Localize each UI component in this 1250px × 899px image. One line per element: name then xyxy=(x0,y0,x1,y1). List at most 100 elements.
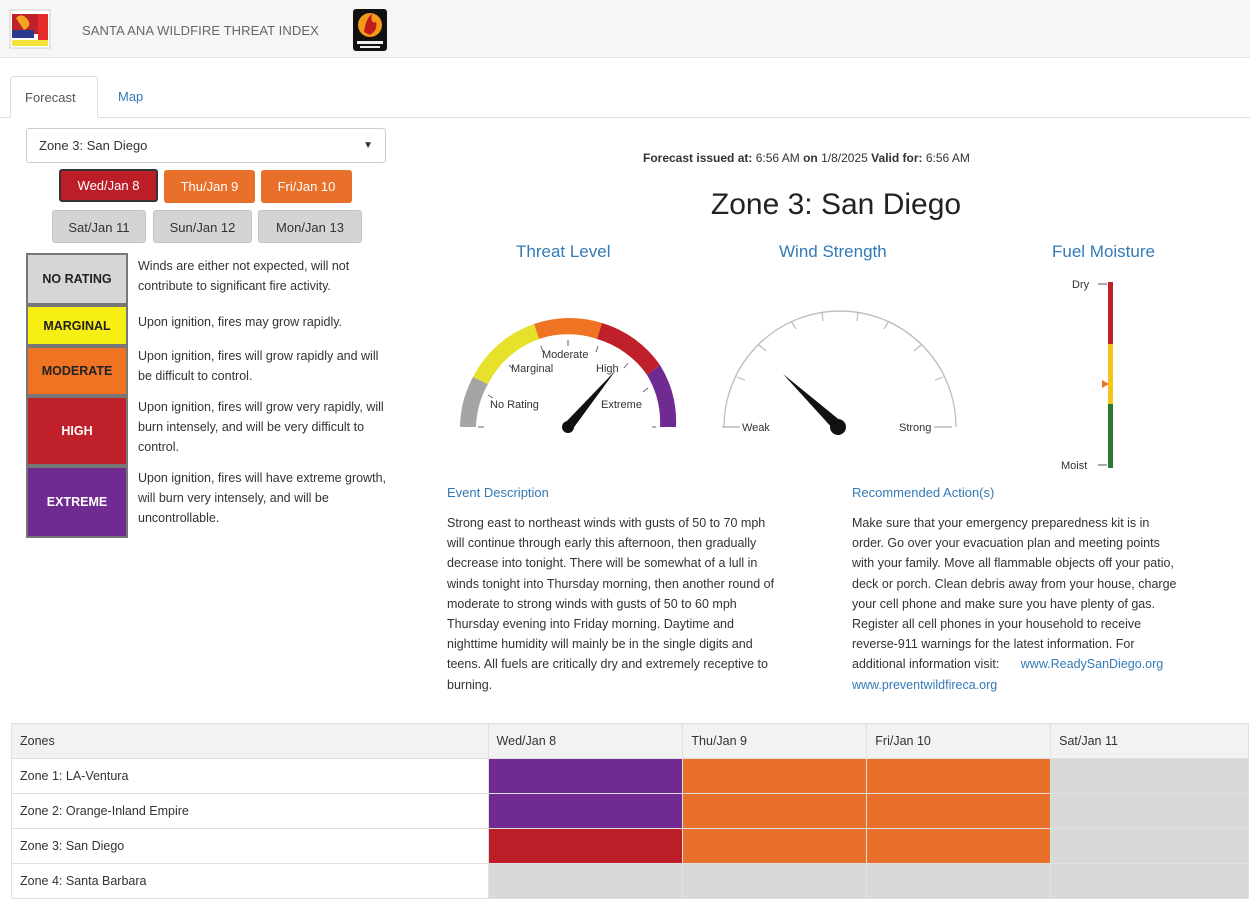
fuel-bar-green xyxy=(1108,404,1113,468)
day-button-mon-jan-13[interactable]: Mon/Jan 13 xyxy=(258,210,362,243)
day-button-sat-jan-11[interactable]: Sat/Jan 11 xyxy=(52,210,146,243)
threat-cell-no-rating xyxy=(1050,793,1249,829)
action-line: Register all cell phones in your househo… xyxy=(852,617,1142,632)
threat-cell-no-rating xyxy=(866,863,1052,899)
zone-name: Zone 4: Santa Barbara xyxy=(11,863,489,899)
issued-label: Forecast issued at: xyxy=(643,151,753,165)
recommended-actions-title: Recommended Action(s) xyxy=(852,485,995,500)
zone-name: Zone 3: San Diego xyxy=(11,828,489,864)
threat-label-extreme: Extreme xyxy=(601,399,642,411)
legend-high: HIGH xyxy=(26,396,128,466)
event-line: teens. All fuels are critically dry and … xyxy=(447,657,768,672)
tab-forecast[interactable]: Forecast xyxy=(10,76,98,118)
threat-gauge: No Rating Marginal Moderate High Extreme xyxy=(460,317,677,433)
action-line: deck or porch. Clean debris away from yo… xyxy=(852,576,1177,591)
issued-time: 6:56 AM xyxy=(755,151,800,165)
event-line: Thursday evening into Friday morning. Da… xyxy=(447,617,734,632)
day-button-wed-jan-8[interactable]: Wed/Jan 8 xyxy=(59,169,158,202)
wind-gauge: Weak Strong xyxy=(722,310,957,435)
threat-arc-extreme xyxy=(647,365,677,427)
on-label: on xyxy=(803,151,818,165)
fuel-label-moist: Moist xyxy=(1061,460,1087,472)
col-zones: Zones xyxy=(11,723,489,759)
threat-cell-high xyxy=(487,828,684,864)
action-line: additional information visit: xyxy=(852,657,1000,672)
threat-cell-moderate xyxy=(682,758,868,794)
col-fri-jan-10: Fri/Jan 10 xyxy=(866,723,1052,759)
col-thu-jan-9: Thu/Jan 9 xyxy=(682,723,868,759)
col-wed-jan-8: Wed/Jan 8 xyxy=(487,723,684,759)
valid-time: 6:56 AM xyxy=(925,151,970,165)
legend-marginal-desc: Upon ignition, fires may grow rapidly. xyxy=(138,315,343,329)
zone-select-value: Zone 3: San Diego xyxy=(39,138,148,153)
forecast-meta: Forecast issued at: 6:56 AM on 1/8/2025 … xyxy=(643,151,970,165)
threat-cell-moderate xyxy=(866,758,1052,794)
action-line: Make sure that your emergency preparedne… xyxy=(852,516,1150,530)
threat-cell-no-rating xyxy=(487,863,684,899)
flag-logo-icon xyxy=(9,9,51,49)
action-line: reverse-911 warnings for the latest info… xyxy=(852,637,1135,652)
fuel-bar-yellow xyxy=(1108,344,1113,404)
threat-cell-no-rating xyxy=(1050,863,1249,899)
event-line: will continue through early this afterno… xyxy=(447,536,757,551)
event-line: moderate to strong winds with gusts of 5… xyxy=(447,596,737,611)
zone-select[interactable]: Zone 3: San Diego ▼ xyxy=(26,128,386,163)
threat-arc-no-rating xyxy=(460,377,488,427)
event-description-body: Strong east to northeast winds with gust… xyxy=(447,513,827,695)
table-row[interactable]: Zone 4: Santa Barbara xyxy=(11,863,1249,899)
fire-logo-icon xyxy=(353,9,387,51)
event-line: decrease into tonight. There will be som… xyxy=(447,556,758,571)
ready-san-diego-link[interactable]: www.ReadySanDiego.org xyxy=(1021,657,1163,671)
zones-table: Zones Wed/Jan 8 Thu/Jan 9 Fri/Jan 10 Sat… xyxy=(11,723,1249,899)
threat-label-high: High xyxy=(596,363,619,375)
fuel-bar-red xyxy=(1108,282,1113,344)
fuel-marker xyxy=(1102,380,1109,388)
issued-date: 1/8/2025 xyxy=(821,151,868,165)
action-line: your cell phone and make sure you have p… xyxy=(852,596,1155,611)
threat-cell-extreme xyxy=(487,758,684,794)
threat-needle-hub xyxy=(562,421,574,433)
legend-extreme: EXTREME xyxy=(26,466,128,538)
tab-map[interactable]: Map xyxy=(104,76,157,118)
table-row[interactable]: Zone 1: LA-Ventura xyxy=(11,758,1249,794)
threat-level-title: Threat Level xyxy=(516,242,611,261)
threat-arc-marginal xyxy=(473,324,539,384)
threat-cell-moderate xyxy=(866,793,1052,829)
table-row[interactable]: Zone 2: Orange-Inland Empire xyxy=(11,793,1249,829)
day-button-sun-jan-12[interactable]: Sun/Jan 12 xyxy=(153,210,252,243)
threat-cell-no-rating xyxy=(1050,758,1249,794)
fuel-moisture-gauge: Dry Moist xyxy=(1061,279,1113,472)
day-button-thu-jan-9[interactable]: Thu/Jan 9 xyxy=(164,170,255,203)
prevent-wildfire-link[interactable]: www.preventwildfireca.org xyxy=(852,678,997,692)
event-line: burning. xyxy=(447,677,493,692)
fuel-moisture-title: Fuel Moisture xyxy=(1052,242,1155,261)
threat-cell-no-rating xyxy=(1050,828,1249,864)
event-description-title: Event Description xyxy=(447,485,549,500)
zone-name: Zone 1: LA-Ventura xyxy=(11,758,489,794)
action-line: with your family. Move all flammable obj… xyxy=(852,556,1174,571)
table-row[interactable]: Zone 3: San Diego xyxy=(11,828,1249,864)
threat-cell-no-rating xyxy=(682,863,868,899)
legend-extreme-desc: Upon ignition, fires will have extreme g… xyxy=(138,471,387,525)
threat-cell-extreme xyxy=(487,793,684,829)
threat-cell-moderate xyxy=(682,828,868,864)
chevron-down-icon: ▼ xyxy=(363,140,373,151)
event-line: nighttime humidity will mainly be in the… xyxy=(447,637,753,652)
legend-moderate-desc: Upon ignition, fires will grow rapidly a… xyxy=(138,349,379,383)
wind-needle-hub xyxy=(830,419,846,435)
event-line: Strong east to northeast winds with gust… xyxy=(447,516,766,530)
legend-marginal: MARGINAL xyxy=(26,305,128,346)
threat-cell-moderate xyxy=(866,828,1052,864)
day-button-fri-jan-10[interactable]: Fri/Jan 10 xyxy=(261,170,352,203)
legend-no-rating-desc: Winds are either not expected, will not … xyxy=(138,259,350,293)
action-line-with-link: additional information visit: www.ReadyS… xyxy=(852,654,1242,674)
event-line: winds tonight into Thursday morning, the… xyxy=(447,576,775,591)
recommended-actions-body: Make sure that your emergency preparedne… xyxy=(852,513,1242,695)
threat-arc-moderate xyxy=(534,317,602,339)
action-line: order. Go over your evacuation plan and … xyxy=(852,536,1160,551)
app-header: SANTA ANA WILDFIRE THREAT INDEX xyxy=(0,0,1250,58)
wind-label-weak: Weak xyxy=(742,422,770,434)
zone-title: Zone 3: San Diego xyxy=(710,188,962,221)
col-sat-jan-11: Sat/Jan 11 xyxy=(1050,723,1249,759)
zone-name: Zone 2: Orange-Inland Empire xyxy=(11,793,489,829)
